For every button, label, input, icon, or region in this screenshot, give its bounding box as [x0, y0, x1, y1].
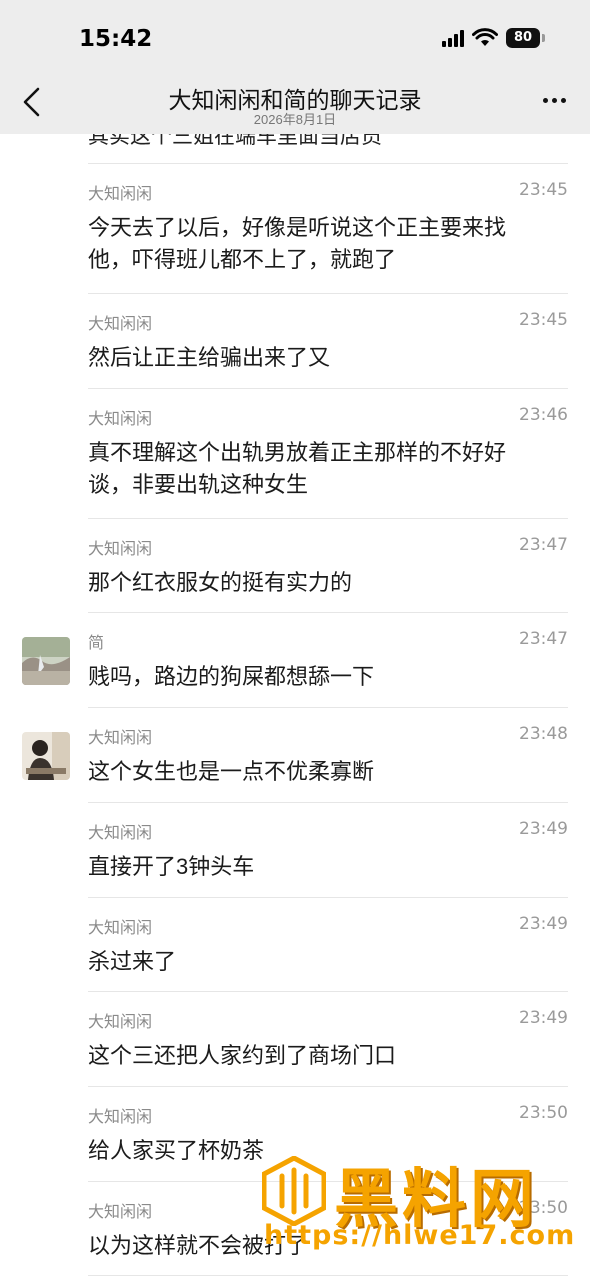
- message-time: 23:47: [519, 629, 568, 649]
- message-time: 23:45: [519, 310, 568, 330]
- page-subtitle: 2026年8月1日: [253, 112, 337, 127]
- message-row[interactable]: 大知闲闲 23:50 以为这样就不会被打了: [88, 1182, 568, 1276]
- message-row[interactable]: 大知闲闲 23:49 这个三还把人家约到了商场门口: [88, 992, 568, 1087]
- avatar[interactable]: [22, 732, 70, 780]
- message-text: 给人家买了杯奶茶: [88, 1138, 265, 1163]
- message-row[interactable]: 大知闲闲 23:45 然后让正主给骗出来了又: [88, 294, 568, 389]
- sender-name: 大知闲闲: [88, 541, 153, 558]
- message-time: 23:48: [519, 724, 568, 744]
- message-row[interactable]: 大知闲闲 23:50 给人家买了杯奶茶: [88, 1087, 568, 1182]
- message-text: 贱吗，路边的狗屎都想舔一下: [88, 664, 375, 689]
- battery-icon: 80: [506, 28, 545, 48]
- nav-bar: 大知闲闲和简的聊天记录 2026年8月1日: [0, 72, 590, 134]
- partial-message: 其实这个三姐在端车里面当店员: [88, 134, 568, 164]
- sender-name: 大知闲闲: [88, 316, 153, 333]
- message-text: 然后让正主给骗出来了又: [88, 345, 331, 370]
- message-time: 23:49: [519, 914, 568, 934]
- message-time: 23:49: [519, 819, 568, 839]
- message-row[interactable]: 大知闲闲 23:45 今天去了以后，好像是听说这个正主要来找他，吓得班儿都不上了…: [88, 164, 568, 294]
- wifi-icon: [472, 28, 498, 46]
- sender-name: 大知闲闲: [88, 411, 153, 428]
- message-text: 真不理解这个出轨男放着正主那样的不好好谈，非要出轨这种女生: [88, 440, 507, 497]
- sender-name: 大知闲闲: [88, 1014, 153, 1031]
- signal-icon: [442, 29, 464, 47]
- message-row[interactable]: 大知闲闲 23:46 真不理解这个出轨男放着正主那样的不好好谈，非要出轨这种女生: [88, 389, 568, 519]
- more-options-button[interactable]: [543, 98, 566, 103]
- sender-name: 简: [88, 635, 105, 652]
- sender-name: 大知闲闲: [88, 186, 153, 203]
- message-row[interactable]: 大知闲闲 23:49 直接开了3钟头车: [88, 803, 568, 898]
- message-text: 那个红衣服女的挺有实力的: [88, 570, 353, 595]
- status-time: 15:42: [79, 26, 153, 52]
- message-text: 杀过来了: [88, 949, 177, 974]
- status-icons: 80: [442, 28, 545, 48]
- sender-name: 大知闲闲: [88, 920, 153, 937]
- message-row[interactable]: 大知闲闲 23:47 那个红衣服女的挺有实力的: [88, 519, 568, 613]
- sender-name: 大知闲闲: [88, 825, 153, 842]
- message-row[interactable]: 大知闲闲 23:48 这个女生也是一点不优柔寡断: [22, 708, 568, 803]
- chat-history-list[interactable]: 其实这个三姐在端车里面当店员 大知闲闲 23:45 今天去了以后，好像是听说这个…: [0, 134, 590, 1280]
- message-row[interactable]: 大知闲闲 23:49 杀过来了: [88, 898, 568, 992]
- sender-name: 大知闲闲: [88, 730, 153, 747]
- message-text: 以为这样就不会被打了: [88, 1233, 309, 1258]
- message-text: 其实这个三姐在端车里面当店员: [88, 134, 382, 148]
- avatar[interactable]: [22, 637, 70, 685]
- message-time: 23:47: [519, 535, 568, 555]
- message-time: 23:49: [519, 1008, 568, 1028]
- sender-name: 大知闲闲: [88, 1109, 153, 1126]
- message-row[interactable]: 简 23:47 贱吗，路边的狗屎都想舔一下: [22, 613, 568, 708]
- message-time: 23:45: [519, 180, 568, 200]
- message-text: 直接开了3钟头车: [88, 854, 255, 879]
- person-avatar-image: [22, 732, 70, 780]
- landscape-avatar-image: [22, 637, 70, 685]
- message-time: 23:50: [519, 1198, 568, 1218]
- status-bar: 15:42 80: [0, 0, 590, 72]
- message-text: 这个女生也是一点不优柔寡断: [88, 759, 375, 784]
- message-text: 今天去了以后，好像是听说这个正主要来找他，吓得班儿都不上了，就跑了: [88, 215, 507, 272]
- sender-name: 大知闲闲: [88, 1204, 153, 1221]
- message-text: 这个三还把人家约到了商场门口: [88, 1043, 397, 1068]
- message-time: 23:46: [519, 405, 568, 425]
- message-time: 23:50: [519, 1103, 568, 1123]
